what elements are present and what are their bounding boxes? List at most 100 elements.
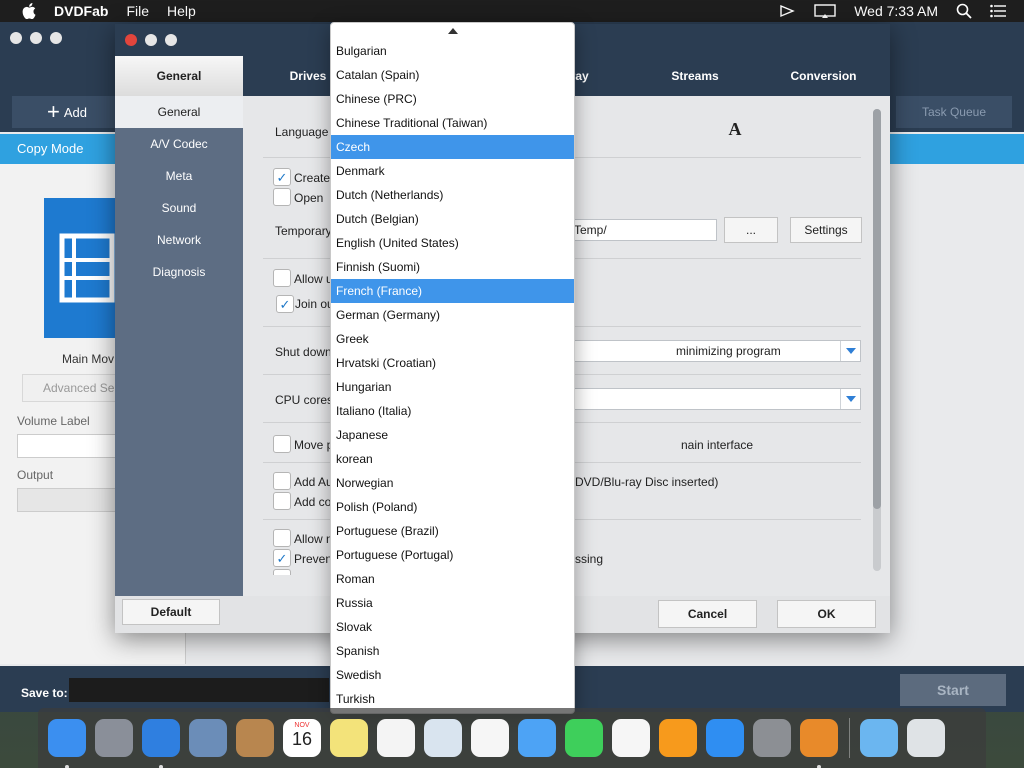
join-checkbox[interactable]: ✓ — [276, 295, 294, 313]
clipped-checkbox[interactable] — [273, 569, 291, 575]
save-to-field[interactable] — [69, 678, 329, 702]
language-option[interactable]: English (United States) — [331, 231, 574, 255]
sidebar-item-general[interactable]: General — [115, 96, 243, 128]
add-co-checkbox[interactable] — [273, 492, 291, 510]
language-option[interactable]: Italiano (Italia) — [331, 399, 574, 423]
books-icon[interactable] — [659, 719, 697, 757]
menu-app-name[interactable]: DVDFab — [54, 3, 108, 19]
system-preferences-icon[interactable] — [753, 719, 791, 757]
finder-icon[interactable] — [48, 719, 86, 768]
font-settings-icon[interactable]: A — [723, 118, 747, 140]
preview-icon[interactable] — [424, 719, 462, 757]
reminders-icon[interactable] — [377, 719, 415, 757]
language-option[interactable]: Portuguese (Portugal) — [331, 543, 574, 567]
language-option[interactable]: Dutch (Netherlands) — [331, 183, 574, 207]
advanced-settings-button[interactable]: Advanced Se — [22, 374, 122, 402]
create-checkbox[interactable]: ✓ — [273, 168, 291, 186]
shutdown-select[interactable]: minimizing program — [563, 340, 861, 362]
trash-icon[interactable] — [907, 719, 945, 757]
ok-button[interactable]: OK — [777, 600, 876, 628]
photos-icon[interactable] — [471, 719, 509, 757]
volume-label-input[interactable] — [17, 434, 117, 458]
app-store-icon[interactable] — [706, 719, 744, 757]
music-icon[interactable] — [612, 719, 650, 757]
language-option[interactable]: Hrvatski (Croatian) — [331, 351, 574, 375]
language-option[interactable]: Swedish — [331, 663, 574, 687]
tab-streams[interactable]: Streams — [633, 56, 757, 96]
prevent-checkbox[interactable]: ✓ — [273, 549, 291, 567]
task-queue-button[interactable]: Task Queue — [896, 96, 1012, 128]
language-option[interactable]: German (Germany) — [331, 303, 574, 327]
language-option[interactable]: Hungarian — [331, 375, 574, 399]
launchpad-icon[interactable] — [95, 719, 133, 757]
mail-stamp-icon[interactable] — [189, 719, 227, 757]
spotlight-search-icon[interactable] — [956, 3, 972, 19]
menu-clock[interactable]: Wed 7:33 AM — [854, 3, 938, 19]
language-option[interactable]: Greek — [331, 327, 574, 351]
minimize-window-button[interactable] — [30, 32, 42, 44]
browse-button[interactable]: ... — [724, 217, 778, 243]
language-option[interactable]: Dutch (Belgian) — [331, 207, 574, 231]
safari-icon[interactable] — [142, 719, 180, 768]
settings-scrollbar[interactable] — [873, 109, 881, 571]
settings-button[interactable]: Settings — [790, 217, 862, 243]
sidebar-item-sound[interactable]: Sound — [115, 192, 243, 224]
cancel-button[interactable]: Cancel — [658, 600, 757, 628]
allow-u-checkbox[interactable] — [273, 269, 291, 287]
add-button[interactable]: + Add — [12, 96, 122, 128]
language-option[interactable]: korean — [331, 447, 574, 471]
dvdfab-icon[interactable] — [800, 719, 838, 768]
language-option[interactable]: Chinese Traditional (Taiwan) — [331, 111, 574, 135]
output-select[interactable] — [17, 488, 117, 512]
menu-bar: DVDFab File Help Wed 7:33 AM — [0, 0, 1024, 22]
dialog-close-button[interactable] — [125, 34, 137, 46]
language-option[interactable]: Norwegian — [331, 471, 574, 495]
notification-center-icon[interactable] — [990, 4, 1006, 18]
sidebar-item-av-codec[interactable]: A/V Codec — [115, 128, 243, 160]
language-option[interactable]: Catalan (Spain) — [331, 63, 574, 87]
calendar-icon[interactable]: NOV 16 — [283, 719, 321, 757]
scrollbar-thumb[interactable] — [873, 109, 881, 509]
tab-conversion[interactable]: Conversion — [757, 56, 890, 96]
language-option[interactable]: Slovak — [331, 615, 574, 639]
display-mirroring-icon[interactable] — [814, 3, 836, 19]
facetime-icon[interactable] — [565, 719, 603, 757]
language-option[interactable]: Spanish — [331, 639, 574, 663]
notes-icon[interactable] — [330, 719, 368, 757]
tab-general[interactable]: General — [115, 56, 243, 96]
language-option[interactable]: Bulgarian — [331, 39, 574, 63]
add-auto-checkbox[interactable] — [273, 472, 291, 490]
move-checkbox[interactable] — [273, 435, 291, 453]
downloads-folder-icon[interactable] — [860, 719, 898, 757]
apple-icon[interactable] — [18, 0, 40, 22]
scroll-up-arrow-icon[interactable] — [331, 23, 574, 39]
cpu-cores-select[interactable] — [563, 388, 861, 410]
language-option[interactable]: French (France) — [331, 279, 574, 303]
default-button[interactable]: Default — [122, 599, 220, 625]
sidebar-item-network[interactable]: Network — [115, 224, 243, 256]
open-checkbox[interactable] — [273, 188, 291, 206]
zoom-window-button[interactable] — [50, 32, 62, 44]
language-option[interactable]: Czech — [331, 135, 574, 159]
close-window-button[interactable] — [10, 32, 22, 44]
language-option[interactable]: Denmark — [331, 159, 574, 183]
language-option[interactable]: Roman — [331, 567, 574, 591]
language-option[interactable]: Japanese — [331, 423, 574, 447]
airplay-icon[interactable] — [778, 3, 796, 19]
messages-icon[interactable] — [518, 719, 556, 757]
dialog-minimize-button[interactable] — [145, 34, 157, 46]
language-option[interactable]: Russia — [331, 591, 574, 615]
sidebar-item-meta[interactable]: Meta — [115, 160, 243, 192]
dialog-zoom-button[interactable] — [165, 34, 177, 46]
menu-file[interactable]: File — [126, 3, 149, 19]
sidebar-item-diagnosis[interactable]: Diagnosis — [115, 256, 243, 288]
contacts-icon[interactable] — [236, 719, 274, 757]
start-button[interactable]: Start — [900, 674, 1006, 706]
menu-help[interactable]: Help — [167, 3, 196, 19]
language-option[interactable]: Finnish (Suomi) — [331, 255, 574, 279]
temporary-path-field[interactable]: Temp/ — [563, 219, 717, 241]
allow-n-checkbox[interactable] — [273, 529, 291, 547]
language-option[interactable]: Portuguese (Brazil) — [331, 519, 574, 543]
language-option[interactable]: Polish (Poland) — [331, 495, 574, 519]
language-option[interactable]: Chinese (PRC) — [331, 87, 574, 111]
